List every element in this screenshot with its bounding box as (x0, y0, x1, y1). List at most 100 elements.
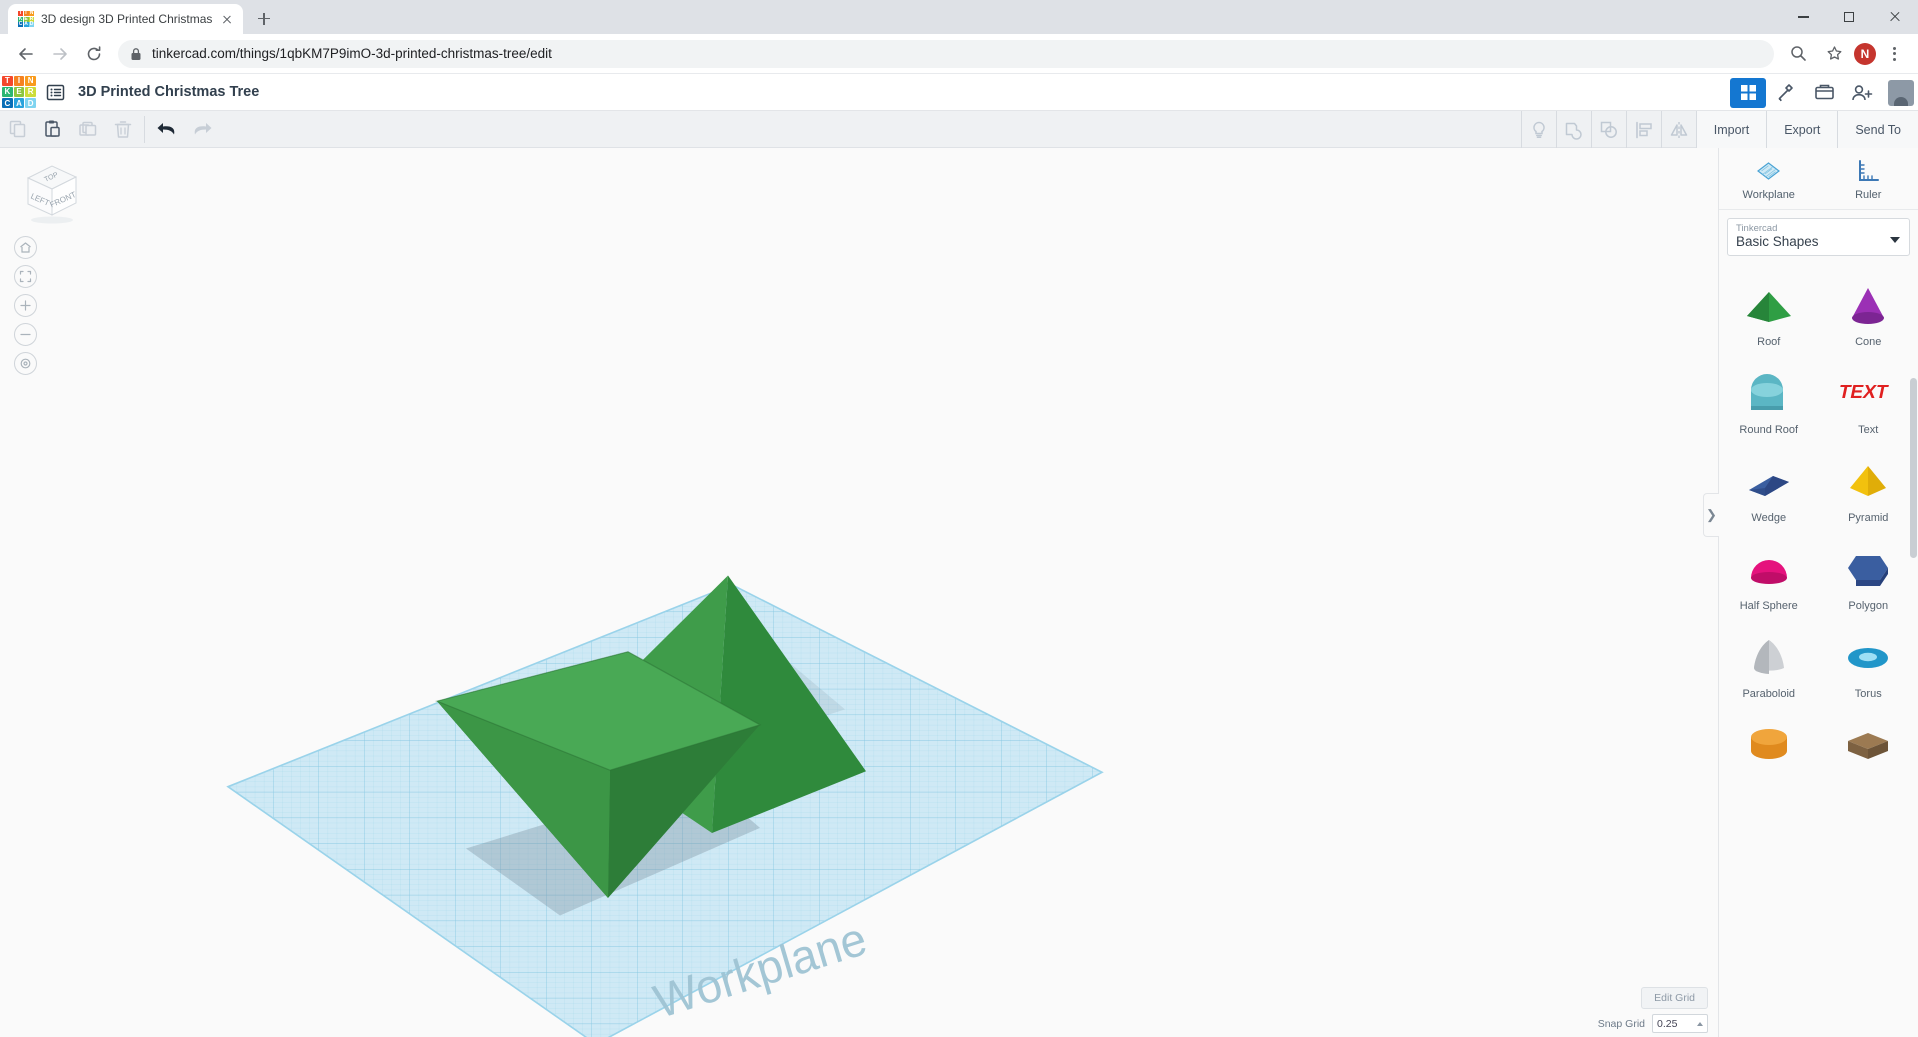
gallery-button[interactable] (1806, 78, 1842, 108)
new-tab-button[interactable] (249, 4, 277, 32)
chevron-down-icon (1890, 237, 1900, 243)
viewport-nav-controls (14, 236, 37, 375)
shape-item-roof[interactable]: Roof (1719, 268, 1819, 356)
invite-button[interactable] (1844, 78, 1880, 108)
shape-item-cone[interactable]: Cone (1819, 268, 1918, 356)
panel-tools: Workplane Ruler (1719, 148, 1918, 210)
orthographic-icon[interactable] (14, 352, 37, 375)
page-title: 3D Printed Christmas Tree (78, 84, 260, 100)
panel-collapse-button[interactable]: ❯ (1703, 493, 1719, 537)
shape-item-paraboloid[interactable]: Paraboloid (1719, 620, 1819, 708)
duplicate-button[interactable] (70, 111, 105, 148)
round-roof-shape-icon (1738, 366, 1800, 418)
3d-viewport[interactable]: Workplane TOP LEFT FRONT Edit Grid Snap … (0, 148, 1718, 1037)
cone-shape-icon (1837, 278, 1899, 330)
shape-row: Round Roof TEXT Text (1719, 356, 1918, 444)
workplane-icon (1757, 162, 1781, 180)
app-header: TIN KER CAD 3D Printed Christmas Tree (0, 74, 1918, 111)
shape-item-torus[interactable]: Torus (1819, 620, 1918, 708)
chevron-up-icon (1697, 1021, 1703, 1026)
shape-label: Polygon (1848, 600, 1889, 612)
dropdown-value: Basic Shapes (1736, 234, 1819, 249)
back-button[interactable] (10, 38, 42, 70)
snap-grid-label: Snap Grid (1597, 1017, 1645, 1030)
profile-avatar[interactable]: N (1854, 42, 1876, 65)
pyramid-shape-icon (1837, 454, 1899, 506)
browser-window: TIN KER CAD 3D design 3D Printed Christm… (0, 0, 1918, 1037)
shape-item-tube[interactable] (1719, 708, 1819, 778)
ruler-tool[interactable]: Ruler (1819, 148, 1918, 209)
shapes-panel: ❯ Workplane Ruler Tinkercad Basic Shapes… (1703, 148, 1918, 1037)
import-button[interactable]: Import (1696, 111, 1768, 148)
ruler-icon (1858, 160, 1879, 181)
text-shape-icon: TEXT (1837, 366, 1899, 418)
header-actions (1730, 74, 1914, 111)
shape-item-half-sphere[interactable]: Half Sphere (1719, 532, 1819, 620)
wedge-shape-icon (1738, 454, 1800, 506)
tab-title: 3D design 3D Printed Christmas (41, 12, 213, 26)
tinkercad-app: TIN KER CAD 3D Printed Christmas Tree Im… (0, 74, 1918, 1037)
workplane-tool-label: Workplane (1742, 189, 1795, 201)
close-window-button[interactable] (1872, 0, 1918, 34)
shape-label: Cone (1855, 336, 1882, 348)
copy-button[interactable] (0, 111, 35, 148)
bookmark-star-icon[interactable] (1818, 38, 1850, 70)
shape-row: Half Sphere Polygon (1719, 532, 1918, 620)
paraboloid-shape-icon (1738, 630, 1800, 682)
grid-view-button[interactable] (1730, 77, 1766, 108)
maximize-button[interactable] (1826, 0, 1872, 34)
window-controls (1780, 0, 1918, 34)
grid-controls: Edit Grid Snap Grid 0.25 (1598, 987, 1708, 1033)
tools-button[interactable] (1768, 78, 1804, 108)
account-avatar[interactable] (1888, 79, 1914, 106)
toolbar-divider (144, 115, 145, 143)
home-view-icon[interactable] (14, 236, 37, 259)
view-cube[interactable]: TOP LEFT FRONT (14, 160, 84, 226)
forward-button[interactable] (44, 38, 76, 70)
snap-grid-value: 0.25 (1657, 1017, 1678, 1030)
mirror-icon[interactable] (1662, 111, 1697, 148)
undo-button[interactable] (149, 111, 184, 148)
reload-button[interactable] (78, 38, 110, 70)
group-icon[interactable] (1557, 111, 1592, 148)
shape-item-pyramid[interactable]: Pyramid (1819, 444, 1918, 532)
object-tools (1520, 111, 1697, 148)
fit-to-view-icon[interactable] (14, 265, 37, 288)
panel-scrollbar[interactable] (1910, 378, 1917, 558)
redo-button[interactable] (184, 111, 219, 148)
browser-tab[interactable]: TIN KER CAD 3D design 3D Printed Christm… (8, 4, 244, 34)
shape-label: Wedge (1751, 512, 1787, 524)
ruler-tool-label: Ruler (1855, 189, 1882, 201)
paste-button[interactable] (35, 111, 70, 148)
snap-grid-row: Snap Grid 0.25 (1598, 1014, 1708, 1033)
minimize-button[interactable] (1780, 0, 1826, 34)
zoom-in-icon[interactable] (14, 294, 37, 317)
delete-button[interactable] (105, 111, 140, 148)
project-menu-icon[interactable] (38, 74, 72, 111)
shape-label: Half Sphere (1739, 600, 1798, 612)
snap-grid-select[interactable]: 0.25 (1652, 1014, 1708, 1033)
edit-grid-button[interactable]: Edit Grid (1641, 987, 1708, 1009)
shape-library-dropdown[interactable]: Tinkercad Basic Shapes (1727, 218, 1910, 256)
lightbulb-icon[interactable] (1522, 111, 1557, 148)
address-bar[interactable]: tinkercad.com/things/1qbKM7P9imO-3d-prin… (118, 39, 1774, 68)
align-icon[interactable] (1627, 111, 1662, 148)
shape-item-box[interactable] (1819, 708, 1918, 778)
workplane-tool[interactable]: Workplane (1719, 148, 1819, 209)
shape-row: Paraboloid Torus (1719, 620, 1918, 708)
zoom-out-icon[interactable] (14, 323, 37, 346)
tinkercad-logo-icon[interactable]: TIN KER CAD (0, 74, 38, 111)
chrome-menu-button[interactable] (1880, 40, 1908, 68)
polygon-shape-icon (1837, 542, 1899, 594)
export-button[interactable]: Export (1767, 111, 1839, 148)
url-text: tinkercad.com/things/1qbKM7P9imO-3d-prin… (152, 46, 552, 61)
shape-item-polygon[interactable]: Polygon (1819, 532, 1918, 620)
shape-grid: Roof Cone Round Roof TEXT Text Wedge Pyr… (1719, 262, 1918, 1037)
close-icon[interactable] (219, 11, 235, 27)
shape-item-wedge[interactable]: Wedge (1719, 444, 1819, 532)
shape-item-round-roof[interactable]: Round Roof (1719, 356, 1819, 444)
send-to-button[interactable]: Send To (1838, 111, 1918, 148)
ungroup-icon[interactable] (1592, 111, 1627, 148)
shape-item-text[interactable]: TEXT Text (1819, 356, 1918, 444)
search-icon[interactable] (1782, 38, 1814, 70)
